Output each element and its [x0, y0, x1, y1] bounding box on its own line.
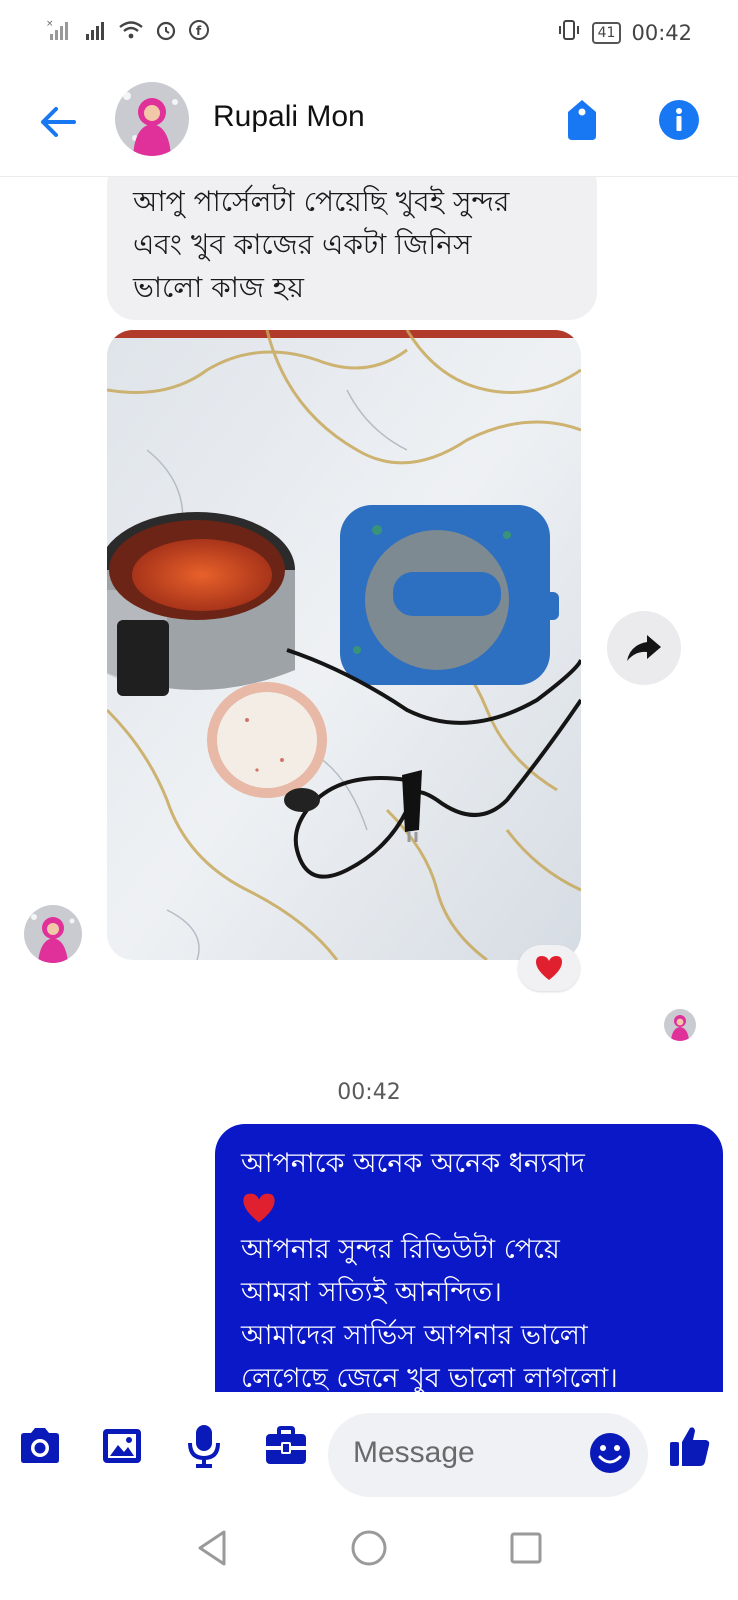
system-nav-bar: [0, 1502, 738, 1600]
heart-reaction[interactable]: [518, 945, 580, 991]
signal-icon: [82, 18, 108, 48]
alarm-icon: [154, 18, 178, 48]
tag-icon: [568, 100, 596, 140]
sender-avatar[interactable]: [24, 905, 82, 963]
like-button[interactable]: [664, 1420, 716, 1472]
status-bar: × f 41 00:42: [0, 0, 738, 62]
info-button[interactable]: [655, 96, 703, 144]
outgoing-line: আপনার সুন্দর রিভিউটা পেয়ে: [241, 1234, 560, 1265]
share-arrow-icon: [627, 635, 661, 661]
vibrate-icon: [556, 18, 582, 48]
battery-icon: 41: [591, 22, 622, 44]
outgoing-line: আপনাকে অনেক অনেক ধন্যবাদ: [241, 1148, 585, 1179]
mic-icon: [188, 1425, 220, 1468]
outgoing-line: আমরা সত্যিই আনন্দিত।: [241, 1277, 502, 1308]
tag-button[interactable]: [560, 96, 604, 144]
wifi-icon: [118, 18, 144, 48]
nav-home-button[interactable]: [341, 1520, 397, 1576]
info-icon: [659, 100, 699, 140]
status-time: 00:42: [631, 21, 692, 45]
outgoing-message-text: আপনাকে অনেক অনেক ধন্যবাদ আপনার সুন্দর রি…: [241, 1142, 711, 1392]
triangle-back-icon: [198, 1530, 226, 1566]
camera-icon: [21, 1428, 59, 1463]
message-timestamp: 00:42: [337, 1080, 401, 1105]
outgoing-line: [241, 1185, 711, 1228]
gallery-icon: [103, 1429, 141, 1463]
nav-recents-button[interactable]: [498, 1520, 554, 1576]
composer-bar: Message: [0, 1392, 738, 1502]
message-placeholder: Message: [353, 1436, 475, 1469]
chat-header: Rupali Mon: [0, 62, 738, 177]
briefcase-icon: [266, 1426, 306, 1464]
camera-button[interactable]: [14, 1420, 66, 1472]
contact-name[interactable]: Rupali Mon: [213, 100, 365, 134]
avatar[interactable]: [115, 82, 189, 156]
no-sim-signal-icon: ×: [46, 18, 72, 48]
nav-back-button[interactable]: [184, 1520, 240, 1576]
square-recents-icon: [510, 1532, 542, 1564]
arrow-left-icon: [41, 107, 76, 137]
svg-text:×: ×: [46, 19, 54, 29]
status-right: 41 00:42: [556, 18, 692, 48]
shared-photo[interactable]: [107, 330, 581, 960]
outgoing-line: লেগেছে জেনে খুব ভালো লাগলো।: [241, 1363, 618, 1392]
svg-text:f: f: [196, 24, 202, 38]
heart-icon: [536, 956, 562, 980]
gallery-button[interactable]: [96, 1420, 148, 1472]
incoming-message-text: আপু পার্সেলটা পেয়েছি খুবই সুন্দর এবং খু…: [133, 185, 510, 304]
circle-home-icon: [351, 1530, 387, 1566]
forward-button[interactable]: [607, 611, 681, 685]
like-icon: [670, 1427, 710, 1466]
mic-button[interactable]: [178, 1420, 230, 1472]
emoji-icon: [590, 1433, 630, 1473]
back-button[interactable]: [30, 94, 86, 150]
emoji-button[interactable]: [586, 1429, 634, 1477]
message-list[interactable]: আপু পার্সেলটা পেয়েছি খুবই সুন্দর এবং খু…: [0, 177, 738, 1392]
status-left: × f: [46, 18, 210, 48]
facebook-icon: f: [188, 19, 210, 47]
heart-emoji-icon: [243, 1193, 275, 1222]
seen-avatar: [664, 1009, 696, 1041]
outgoing-line: আমাদের সার্ভিস আপনার ভালো: [241, 1320, 588, 1351]
briefcase-button[interactable]: [260, 1420, 312, 1472]
